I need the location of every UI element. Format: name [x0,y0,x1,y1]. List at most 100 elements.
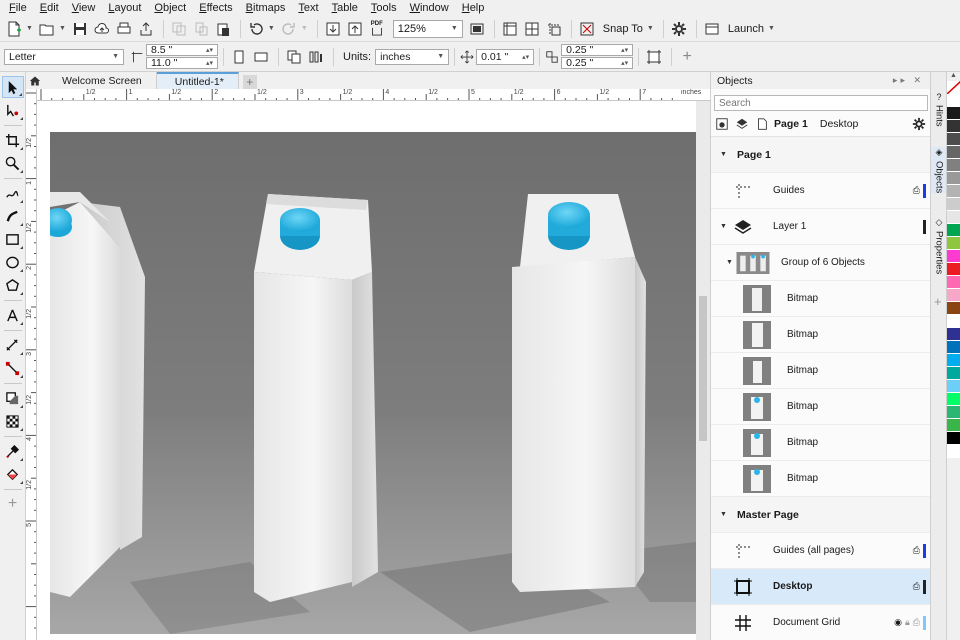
color-swatch[interactable] [947,133,960,146]
launch-icon[interactable] [702,19,722,39]
color-swatch[interactable] [947,276,960,289]
chevron-down-icon[interactable]: ▼ [647,25,654,32]
color-swatch[interactable] [947,159,960,172]
freehand-tool-icon[interactable] [2,182,24,204]
chevron-down-icon[interactable]: ▼ [26,25,33,32]
new-document-icon[interactable] [4,19,24,39]
expand-icon[interactable]: ▼ [720,151,727,158]
color-swatch[interactable] [947,354,960,367]
spinner-icon[interactable]: ▴▾ [206,46,213,54]
tree-row-group[interactable]: ▼ Group of 6 Objects [711,245,930,281]
paste-icon[interactable] [213,19,233,39]
tree-row-bitmap[interactable]: Bitmap [711,281,930,317]
vertical-ruler[interactable]: 1/2 1 1/2 2 1/2 3 1/2 4 1/2 5 [26,89,37,640]
layers-icon[interactable] [734,116,750,132]
snap-to-dropdown[interactable]: Snap To [603,23,643,35]
drop-shadow-tool-icon[interactable] [2,387,24,409]
tree-row-layer-1[interactable]: ▼ Layer 1 [711,209,930,245]
tree-row-desktop[interactable]: Desktop ⎙ [711,569,930,605]
add-tab-button[interactable]: + [242,75,257,89]
landscape-icon[interactable] [251,47,271,67]
export-file-icon[interactable] [345,19,365,39]
spinner-icon[interactable]: ▴▾ [621,59,628,67]
color-swatch[interactable] [947,185,960,198]
spinner-icon[interactable]: ▴▾ [621,46,628,54]
color-swatch[interactable] [947,263,960,276]
menu-bitmaps[interactable]: Bitmaps [241,0,294,16]
menu-tools[interactable]: Tools [366,0,405,16]
menu-file[interactable]: File [4,0,35,16]
color-swatch[interactable] [947,120,960,133]
polygon-tool-icon[interactable] [2,274,24,296]
ellipse-tool-icon[interactable] [2,251,24,273]
portrait-icon[interactable] [229,47,249,67]
print-icon[interactable]: ⎙ [913,581,920,592]
page-width-field[interactable]: 8.5 " ▴▾ [146,44,218,56]
spinner-icon[interactable]: ▴▾ [206,59,213,67]
eye-icon[interactable]: ◉ [894,617,902,628]
gear-icon[interactable] [669,19,689,39]
tree-row-page-1[interactable]: ▼ Page 1 [711,137,930,173]
color-swatch[interactable] [947,107,960,120]
color-swatch[interactable] [947,393,960,406]
tree-row-bitmap[interactable]: Bitmap [711,353,930,389]
color-swatch[interactable] [947,419,960,432]
add-tool-icon[interactable]: + [2,493,24,515]
expand-icon[interactable]: ▼ [720,223,727,230]
tab-welcome-screen[interactable]: Welcome Screen [44,72,157,89]
color-swatch[interactable] [947,328,960,341]
print-icon[interactable]: ⎙ [913,545,920,556]
current-view-label[interactable]: Desktop [820,118,859,130]
show-rulers-icon[interactable] [500,19,520,39]
save-icon[interactable] [70,19,90,39]
no-color-swatch[interactable] [947,81,960,94]
full-screen-icon[interactable] [467,19,487,39]
tree-row-bitmap[interactable]: Bitmap [711,425,930,461]
color-swatch[interactable] [947,94,960,107]
menu-edit[interactable]: Edit [35,0,67,16]
color-swatch[interactable] [947,406,960,419]
page-lock-icon[interactable] [714,116,730,132]
tree-row-bitmap[interactable]: Bitmap [711,389,930,425]
page-icon[interactable] [754,116,770,132]
search-input[interactable] [714,95,928,111]
page-size-select[interactable]: Letter ▼ [4,48,124,65]
connector-tool-icon[interactable] [2,357,24,379]
menu-effects[interactable]: Effects [194,0,240,16]
color-swatch[interactable] [947,198,960,211]
expand-icon[interactable]: ▼ [720,511,727,518]
print-icon[interactable] [114,19,134,39]
cloud-upload-icon[interactable] [92,19,112,39]
nudge-distance-field[interactable]: 0.01 " ▴▾ [476,48,535,65]
pdf-icon[interactable]: PDF [367,19,387,39]
units-select[interactable]: inches ▼ [375,48,450,65]
all-pages-icon[interactable] [284,47,304,67]
transparency-tool-icon[interactable] [2,410,24,432]
show-guides-icon[interactable] [544,19,564,39]
pick-tool-icon[interactable] [1,76,24,98]
menu-object[interactable]: Object [149,0,194,16]
current-page-icon[interactable] [306,47,326,67]
color-swatch[interactable] [947,341,960,354]
menu-text[interactable]: Text [293,0,326,16]
color-swatch[interactable] [947,432,960,445]
color-swatch[interactable] [947,367,960,380]
snap-icon[interactable] [577,19,597,39]
interactive-fill-tool-icon[interactable] [2,463,24,485]
lock-icon[interactable]: 🔒︎ [905,617,910,628]
plus-icon[interactable]: + [677,47,697,67]
close-icon[interactable]: ▸▸ ✕ [893,75,924,86]
print-icon[interactable]: ⎙ [913,185,920,196]
horizontal-ruler[interactable]: 1/2 1 1/2 2 1/2 3 1/2 4 1/2 5 1/2 6 1/2 7 inches [37,89,710,101]
drawing-canvas[interactable] [37,101,696,640]
gear-icon[interactable] [911,116,927,132]
shape-tool-icon[interactable] [2,99,24,121]
expand-icon[interactable]: ▼ [726,259,733,266]
page-height-field[interactable]: 11.0 " ▴▾ [146,57,218,69]
spinner-icon[interactable]: ▴▾ [522,53,529,61]
menu-window[interactable]: Window [405,0,457,16]
current-page-label[interactable]: Page 1 [774,118,808,130]
color-swatch[interactable] [947,211,960,224]
parallel-dimension-tool-icon[interactable] [2,334,24,356]
chevron-down-icon[interactable]: ▼ [268,25,275,32]
